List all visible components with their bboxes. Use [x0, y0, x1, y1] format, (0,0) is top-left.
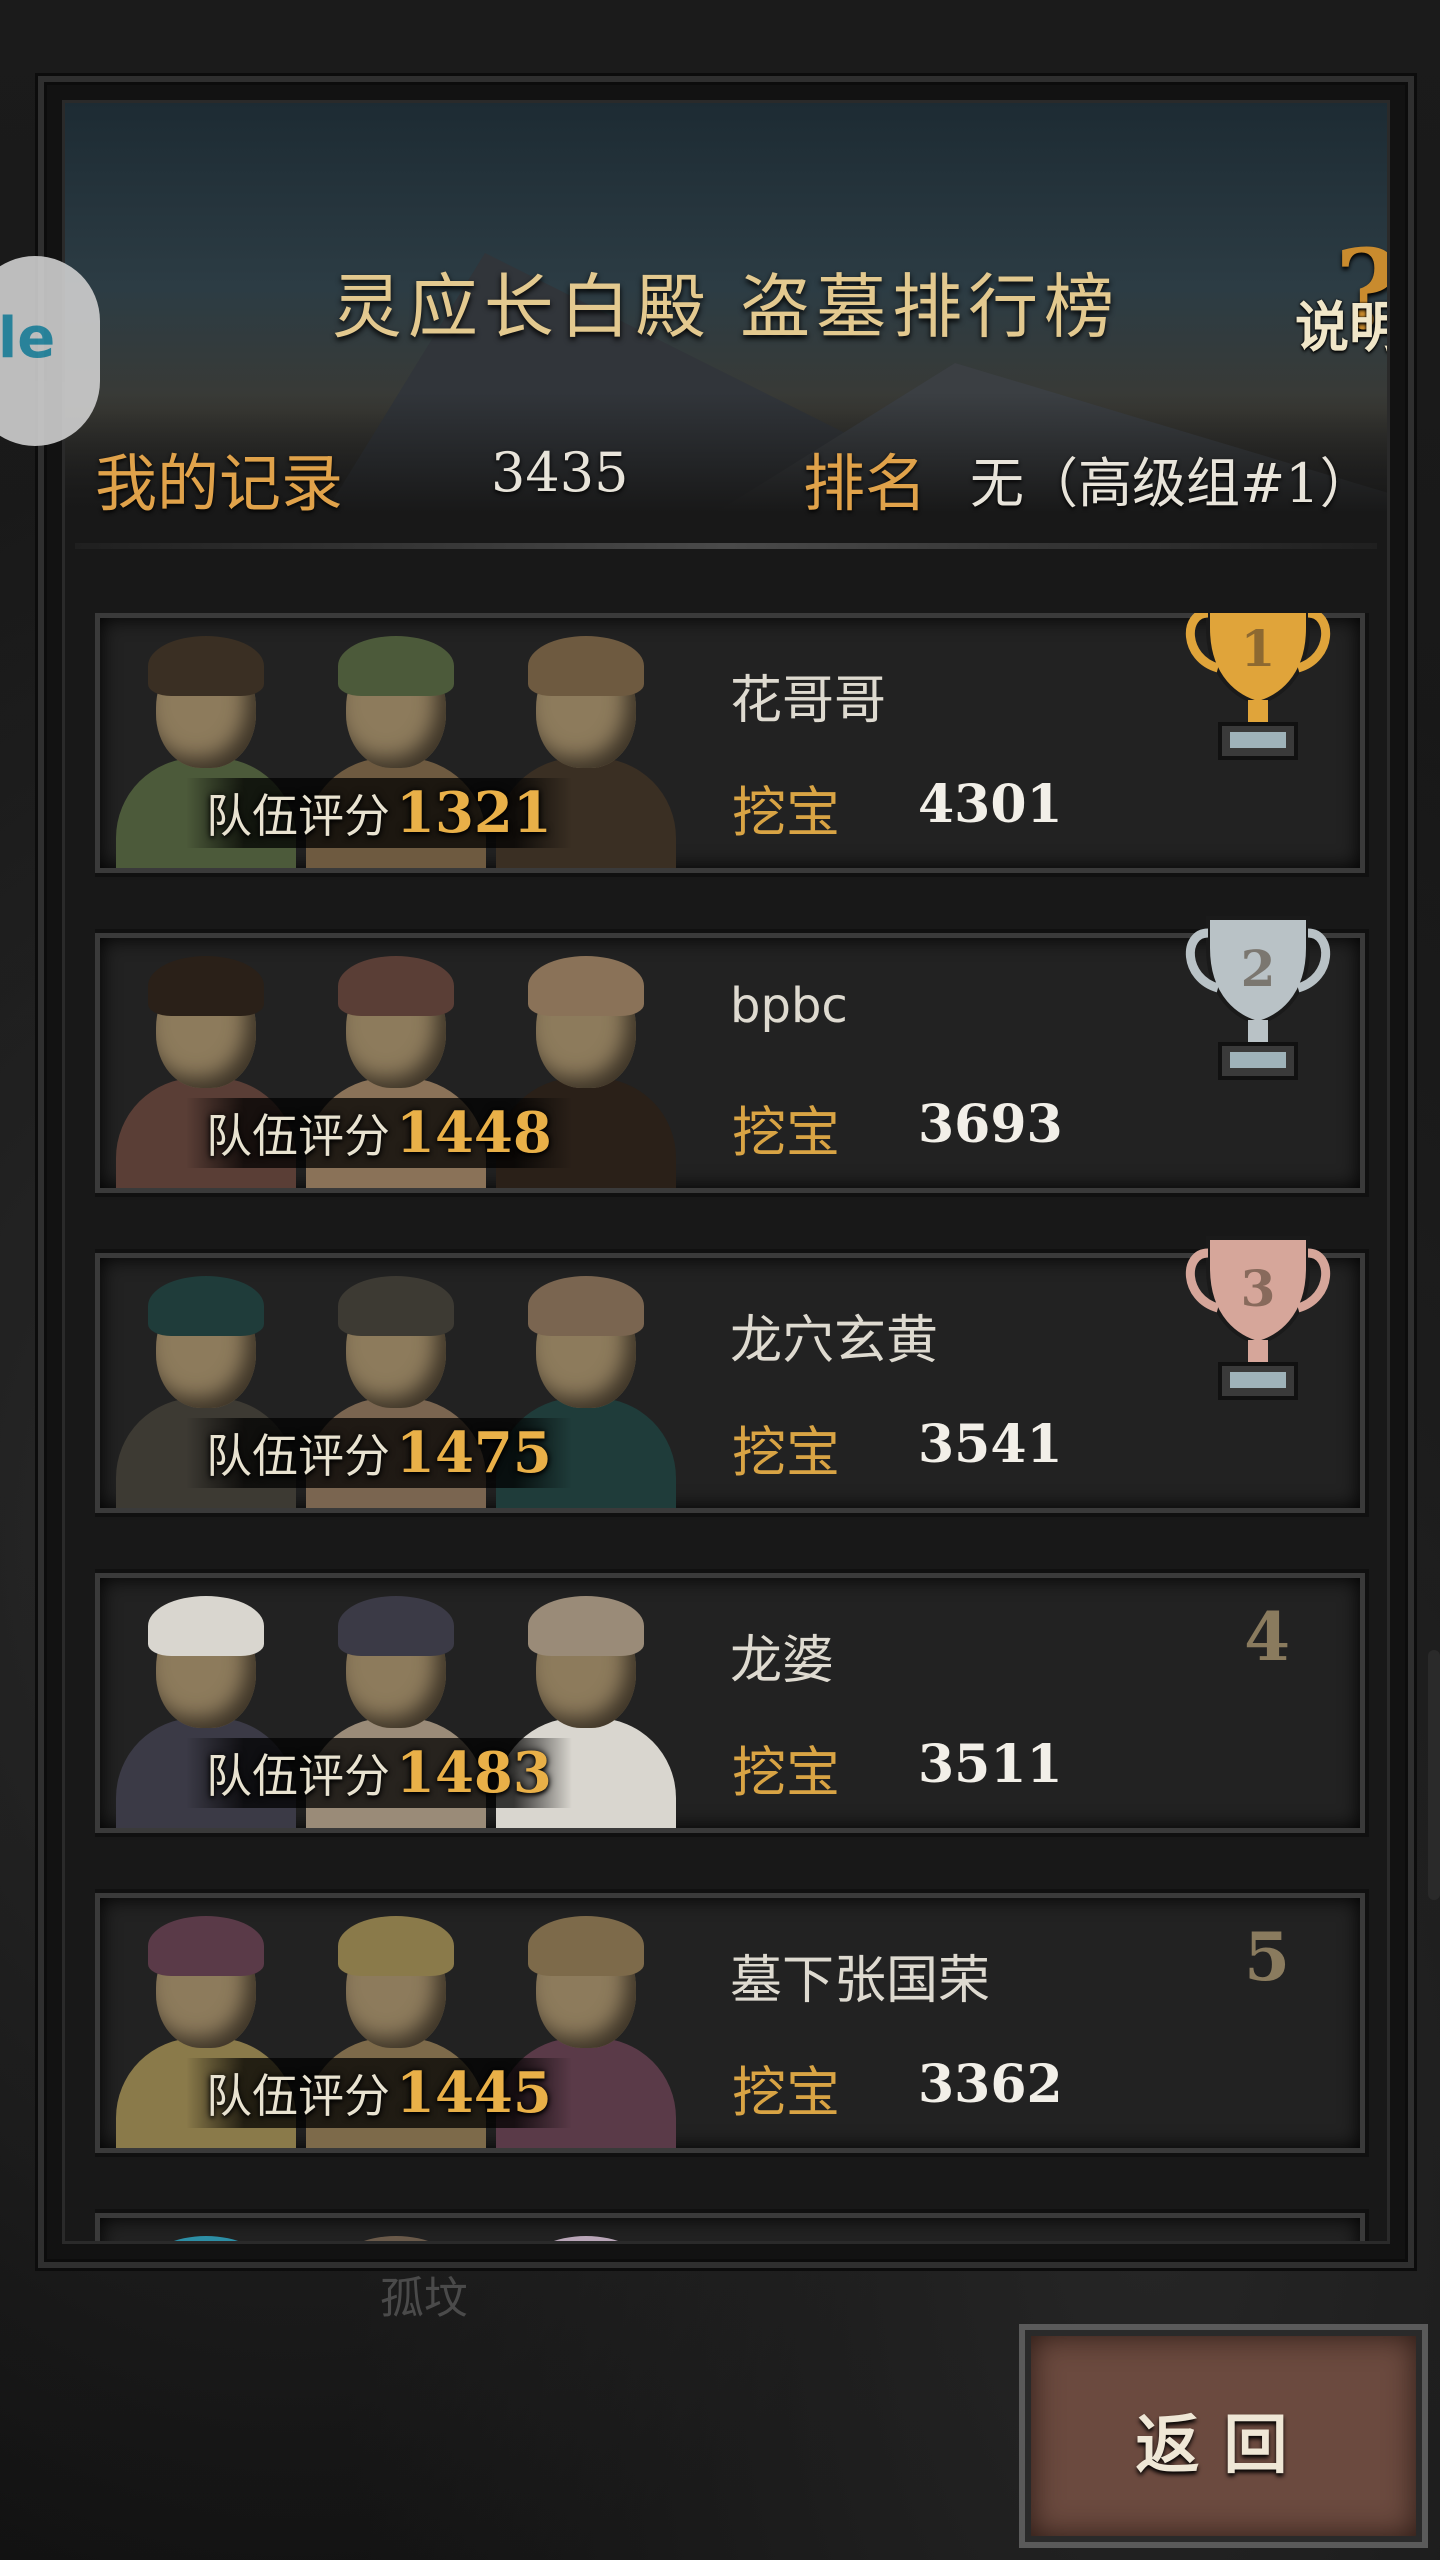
- treasure-label: 挖宝: [732, 1741, 840, 1804]
- trophy-icon: 2: [1185, 916, 1331, 1080]
- team-score-value: 1321: [396, 780, 552, 846]
- my-record-row: 我的记录 3435 排名 无（高级组#1）: [65, 433, 1387, 520]
- character-portrait: [106, 2228, 306, 2241]
- back-button-label: 返回: [1135, 2408, 1312, 2483]
- team-score-value: 1483: [396, 1740, 552, 1806]
- leaderboard-entry[interactable]: 队伍评分 1448 bpbc 挖宝 3693 2: [95, 916, 1365, 1193]
- help-label: 说明: [1295, 295, 1387, 359]
- rank-number: 4: [1244, 1598, 1290, 1676]
- player-name: 龙穴玄黄: [730, 1311, 939, 1371]
- leaderboard-title: 灵应长白殿 盗墓排行榜: [331, 266, 1121, 348]
- team-score-value: 1448: [396, 1100, 552, 1166]
- player-name: bpbc: [730, 978, 848, 1034]
- player-name: 花哥哥: [730, 671, 887, 731]
- my-record-value: 3435: [491, 441, 629, 504]
- treasure-label: 挖宝: [732, 2061, 840, 2124]
- team-score-value: 1475: [396, 1420, 552, 1486]
- leaderboard-panel: 灵应长白殿 盗墓排行榜 ? 说明 我的记录 3435 排名 无（高级组#1） 队…: [38, 76, 1414, 2268]
- team-score-label: 队伍评分: [206, 789, 390, 843]
- trophy-icon: 1: [1185, 613, 1331, 760]
- team-score-value: 1445: [396, 2060, 552, 2126]
- team-score: 队伍评分 1445: [186, 2058, 572, 2128]
- map-label: 孤坟: [380, 2273, 468, 2324]
- leaderboard-list[interactable]: 队伍评分 1321 花哥哥 挖宝 4301 1 队伍评分 1448 bpbc 挖宝 3693 2 队伍评…: [95, 613, 1387, 2241]
- leaderboard-entry[interactable]: 队伍评分 1321 花哥哥挖宝 4301 1: [95, 613, 1365, 873]
- floating-side-badge[interactable]: le: [0, 256, 100, 446]
- leaderboard-entry[interactable]: 队伍评分 1445 墓下张国荣挖宝 3362 5: [95, 1893, 1365, 2153]
- team-score: 队伍评分 1475: [186, 1418, 572, 1488]
- treasure-value: 3511: [918, 1734, 1063, 1795]
- trophy-icon: 3: [1185, 1236, 1331, 1400]
- treasure-label: 挖宝: [732, 1421, 840, 1484]
- scrollbar[interactable]: [1428, 1650, 1440, 1900]
- rank-number: 5: [1244, 1918, 1290, 1996]
- leaderboard-entry[interactable]: 队伍评分 1483 龙婆挖宝 3511 4: [95, 1573, 1365, 1833]
- rank-label: 排名: [803, 447, 928, 520]
- team-score-label: 队伍评分: [206, 2069, 390, 2123]
- treasure-label: 挖宝: [732, 1101, 840, 1164]
- team-score: 队伍评分 1448: [186, 1098, 572, 1168]
- svg-text:2: 2: [1241, 939, 1276, 998]
- treasure-value: 4301: [918, 774, 1063, 835]
- treasure-label: 挖宝: [732, 781, 840, 844]
- team-score: 队伍评分 1321: [186, 778, 572, 848]
- treasure-value: 3541: [918, 1414, 1063, 1475]
- leaderboard-panel-inner: 灵应长白殿 盗墓排行榜 ? 说明 我的记录 3435 排名 无（高级组#1） 队…: [62, 100, 1390, 2244]
- leaderboard-entry[interactable]: 队伍评分 1475 龙穴玄黄挖宝 3541 3: [95, 1236, 1365, 1513]
- team-score-label: 队伍评分: [206, 1109, 390, 1163]
- help-button[interactable]: ? 说明: [1295, 225, 1387, 359]
- treasure-value: 3693: [918, 1094, 1063, 1155]
- header-divider: [75, 543, 1377, 549]
- player-name: 墓下张国荣: [730, 1951, 991, 2011]
- rank-value: 无（高级组#1）: [970, 452, 1374, 515]
- character-portrait: [296, 2228, 496, 2241]
- my-record-label: 我的记录: [95, 447, 344, 520]
- side-badge-label: le: [0, 306, 56, 371]
- team-portraits: [106, 2178, 726, 2241]
- leaderboard-entry[interactable]: 在干嘛6: [95, 2213, 1365, 2241]
- back-button[interactable]: 返回: [1025, 2330, 1422, 2542]
- player-name: 龙婆: [730, 1631, 835, 1691]
- team-score: 队伍评分 1483: [186, 1738, 572, 1808]
- rank-number: 6: [1244, 2238, 1290, 2241]
- svg-text:3: 3: [1241, 1259, 1276, 1318]
- team-score-label: 队伍评分: [206, 1429, 390, 1483]
- team-score-label: 队伍评分: [206, 1749, 390, 1803]
- character-portrait: [486, 2228, 686, 2241]
- svg-text:1: 1: [1241, 619, 1276, 678]
- treasure-value: 3362: [918, 2054, 1063, 2115]
